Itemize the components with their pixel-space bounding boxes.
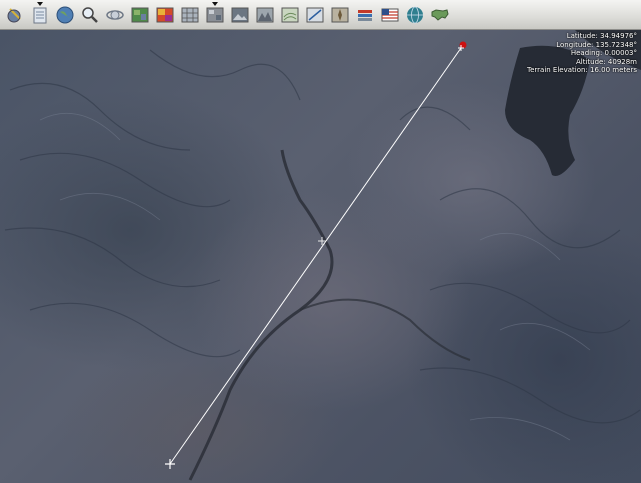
toolbar (0, 0, 641, 30)
longitude-readout: Longitude: 135.72348° (556, 40, 637, 49)
terrain-imagery (4, 30, 641, 481)
end-marker-icon[interactable] (165, 459, 175, 469)
satellite-map-view[interactable] (0, 30, 641, 483)
measure-line (169, 47, 462, 465)
terrain-layer-icon[interactable] (254, 4, 276, 26)
terrain-elevation-readout: Terrain Elevation: 16.00 meters (527, 66, 637, 75)
landsat-map-icon[interactable] (129, 4, 151, 26)
flag-icon[interactable] (379, 4, 401, 26)
position-readout: Latitude: 34.94976° Longitude: 135.72348… (527, 32, 637, 75)
grid-icon[interactable] (179, 4, 201, 26)
latitude-readout: Latitude: 34.94976° (566, 32, 637, 40)
world-icon[interactable] (54, 4, 76, 26)
globe-grid-icon[interactable] (404, 4, 426, 26)
us-map-icon[interactable] (429, 4, 451, 26)
magnifier-icon[interactable] (79, 4, 101, 26)
layers-icon[interactable] (29, 1, 51, 26)
dropdown-arrow-icon (212, 1, 218, 6)
image-layer-icon[interactable] (229, 4, 251, 26)
heatmap-icon[interactable] (154, 4, 176, 26)
compass-icon[interactable] (329, 4, 351, 26)
measure-icon[interactable] (304, 4, 326, 26)
orbit-icon[interactable] (104, 4, 126, 26)
dropdown-arrow-icon (37, 1, 43, 6)
stack-icon[interactable] (354, 4, 376, 26)
world-wind-window: Latitude: 34.94976° Longitude: 135.72348… (0, 0, 641, 483)
heading-readout: Heading: 0.00003° (570, 49, 637, 58)
globe-pointer-icon[interactable] (4, 4, 26, 26)
topo-layer-icon[interactable] (279, 4, 301, 26)
start-marker-icon[interactable] (458, 41, 467, 52)
map-layer-icon[interactable] (204, 1, 226, 26)
